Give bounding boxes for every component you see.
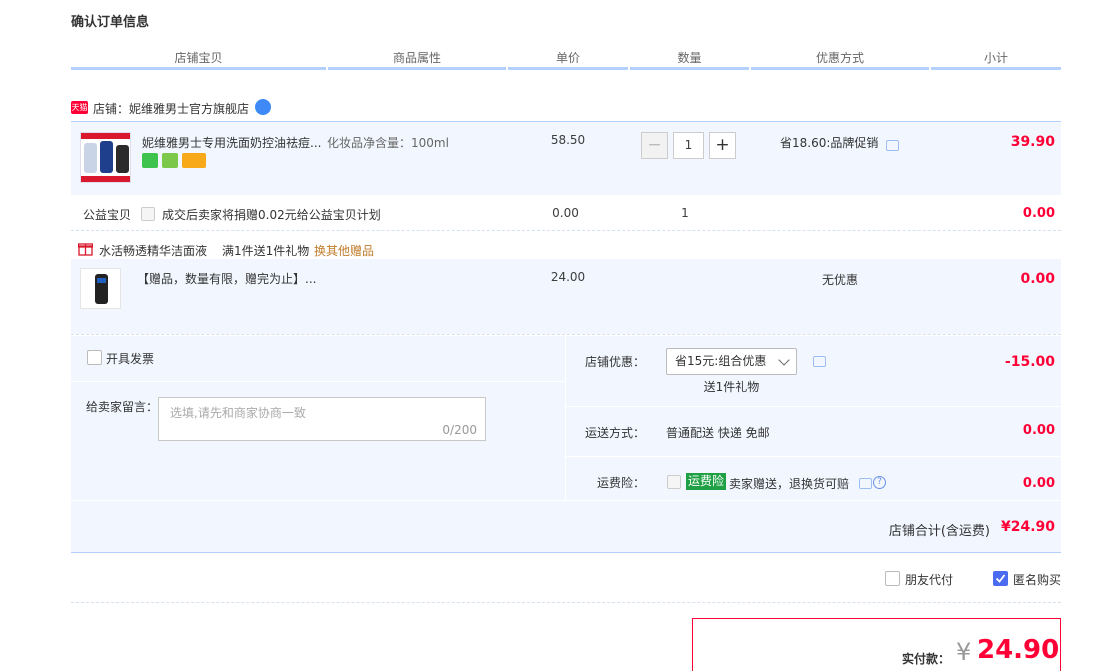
payment-currency: ¥ [956,638,972,666]
shop-discount-value: -15.00 [1004,354,1055,370]
unit-price: 58.50 [550,133,586,147]
shipping-value: 0.00 [1022,423,1055,438]
tmall-badge-icon: 天猫 [71,101,88,114]
credit-card-icon [182,153,206,168]
message-textarea[interactable]: 选填,请先和商家协商一致 0/200 [158,397,486,441]
shop-name[interactable]: 妮维雅男士官方旗舰店 [129,102,249,116]
page-title: 确认订单信息 [71,15,150,30]
gift-name: 水活畅透精华洁面液 [99,244,208,258]
charity-divider [71,230,1061,231]
items-divider [71,334,1061,335]
column-header-attributes: 商品属性 [328,50,506,70]
item-subtotal: 39.90 [1010,134,1055,150]
discount-info: 省18.60:品牌促销 [780,136,879,150]
gift-subtotal: 0.00 [1020,271,1055,287]
shop-discount-label: 店铺优惠： [584,355,645,369]
wangwang-chat-icon[interactable] [255,99,271,115]
product-image-icon [81,133,130,182]
quantity-increase-button[interactable]: + [709,132,736,159]
service-tags [142,153,210,171]
insurance-value: 0.00 [1022,476,1055,491]
change-gift-link[interactable]: 换其他赠品 [314,242,374,259]
message-counter: 0/200 [442,423,477,437]
insurance-description: 卖家赠送，退换货可赔 [729,477,850,491]
gift-icon [77,241,94,256]
shop-line: 店铺：妮维雅男士官方旗舰店 [93,100,249,117]
gift-rule: 满1件送1件礼物 [222,244,310,258]
shop-total-label: 店铺合计(含运费) [888,524,990,539]
shop-discount-gift-note: 送1件礼物 [703,380,760,394]
charity-subtotal: 0.00 [1022,206,1055,221]
shop-discount-select-value: 省15元:组合优惠 [675,354,767,368]
options-divider [71,602,1061,603]
column-header-unit-price: 单价 [508,50,628,70]
gift-thumbnail[interactable] [80,268,121,309]
seven-day-return-icon [142,153,158,168]
chevron-down-icon [778,354,790,366]
shop-total-value: ¥24.90 [1000,519,1055,535]
guarantee-icon [162,153,178,168]
charity-checkbox[interactable] [141,207,155,221]
insurance-label: 运费险： [596,476,645,490]
friend-pay-label[interactable]: 朋友代付 [905,571,953,588]
quantity-decrease-button[interactable]: − [641,132,668,159]
payment-label: 实付款： [901,652,950,666]
charity-description: 成交后卖家将捐赠0.02元给公益宝贝计划 [162,208,381,222]
column-header-quantity: 数量 [630,50,749,70]
shipping-description: 普通配送 快递 免邮 [666,426,770,440]
checkmark-icon [995,574,1006,583]
anonymous-label[interactable]: 匿名购买 [1013,571,1061,588]
message-placeholder: 选填,请先和商家协商一致 [170,406,306,420]
product-attribute: 化妆品净含量：100ml [327,136,449,150]
charity-price: 0.00 [552,206,579,220]
message-label: 给卖家留言： [86,400,159,414]
gift-price: 24.00 [550,270,586,284]
quantity-input[interactable]: 1 [673,132,704,159]
gift-discount: 无优惠 [821,273,858,287]
invoice-checkbox[interactable] [87,350,102,365]
column-header-discount: 优惠方式 [751,50,929,70]
friend-pay-checkbox[interactable] [885,571,900,586]
shop-discount-note-icon[interactable] [813,356,826,367]
payment-value: 24.90 [977,635,1060,665]
insurance-checkbox[interactable] [667,475,681,489]
column-header-shop-item: 店铺宝贝 [71,50,326,70]
gift-item-name: 【赠品，数量有限，赠完为止】... [137,272,317,286]
anonymous-checkbox[interactable] [993,571,1008,586]
insurance-tag: 运费险 [686,473,727,490]
charity-quantity: 1 [681,206,689,220]
charity-label: 公益宝贝 [83,208,132,222]
shop-discount-section [566,336,1061,406]
gift-image-icon [95,274,108,304]
discount-detail-icon[interactable] [886,140,899,151]
insurance-note-icon[interactable] [859,478,872,489]
shop-total-divider [71,552,1061,553]
product-name-link[interactable]: 妮维雅男士专用洗面奶控油祛痘... [142,134,321,151]
shop-discount-select[interactable]: 省15元:组合优惠 [666,348,797,375]
product-thumbnail[interactable] [80,132,131,183]
shop-label: 店铺： [93,102,130,116]
help-icon[interactable]: ? [873,476,886,489]
shipping-label: 运送方式： [584,426,645,440]
column-header-subtotal: 小计 [931,50,1061,70]
invoice-label[interactable]: 开具发票 [106,350,154,367]
